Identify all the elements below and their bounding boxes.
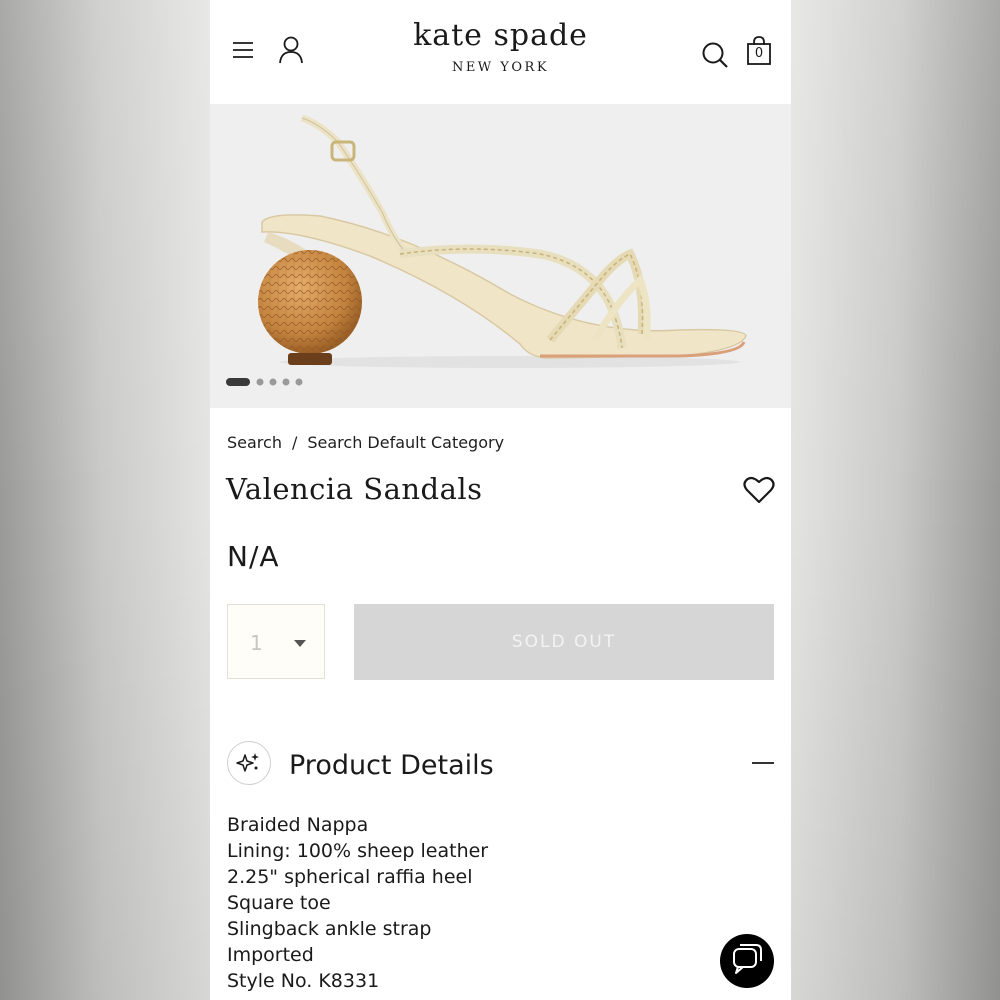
mobile-page: kate spade NEW YORK 0 Search / Search De… [210, 0, 791, 1000]
chevron-down-icon [294, 640, 306, 647]
collapse-minus-icon[interactable] [752, 762, 774, 764]
product-details-list: Braided Nappa Lining: 100% sheep leather… [227, 812, 488, 994]
chat-button[interactable] [720, 934, 774, 988]
breadcrumb-link-category[interactable]: Search Default Category [307, 433, 504, 452]
search-icon[interactable] [701, 41, 729, 69]
cart-count: 0 [754, 46, 764, 61]
detail-item: Style No. K8331 [227, 970, 380, 992]
detail-item: Square toe [227, 892, 331, 914]
chat-bubble-icon [733, 944, 762, 974]
breadcrumb: Search / Search Default Category [227, 433, 504, 452]
detail-item: 2.25" spherical raffia heel [227, 866, 473, 888]
detail-item: Lining: 100% sheep leather [227, 840, 489, 862]
sparkle-icon [227, 741, 271, 785]
breadcrumb-link-search[interactable]: Search [227, 433, 282, 452]
sold-out-button[interactable]: SOLD OUT [354, 604, 774, 680]
product-image-carousel[interactable] [210, 104, 791, 408]
detail-item: Braided Nappa [227, 814, 369, 836]
detail-item: Imported [227, 944, 314, 966]
quantity-value: 1 [250, 631, 263, 655]
carousel-pagination-dots[interactable] [226, 377, 310, 387]
quantity-select[interactable]: 1 [227, 604, 325, 679]
breadcrumb-separator: / [291, 433, 298, 452]
product-details-heading[interactable]: Product Details [289, 750, 494, 781]
product-price: N/A [227, 540, 280, 573]
shopping-bag-button[interactable]: 0 [746, 36, 772, 66]
product-title: Valencia Sandals [226, 472, 483, 506]
wishlist-heart-icon[interactable] [743, 476, 775, 504]
site-header: kate spade NEW YORK 0 [210, 0, 791, 104]
detail-item: Slingback ankle strap [227, 918, 432, 940]
product-image [258, 114, 747, 368]
